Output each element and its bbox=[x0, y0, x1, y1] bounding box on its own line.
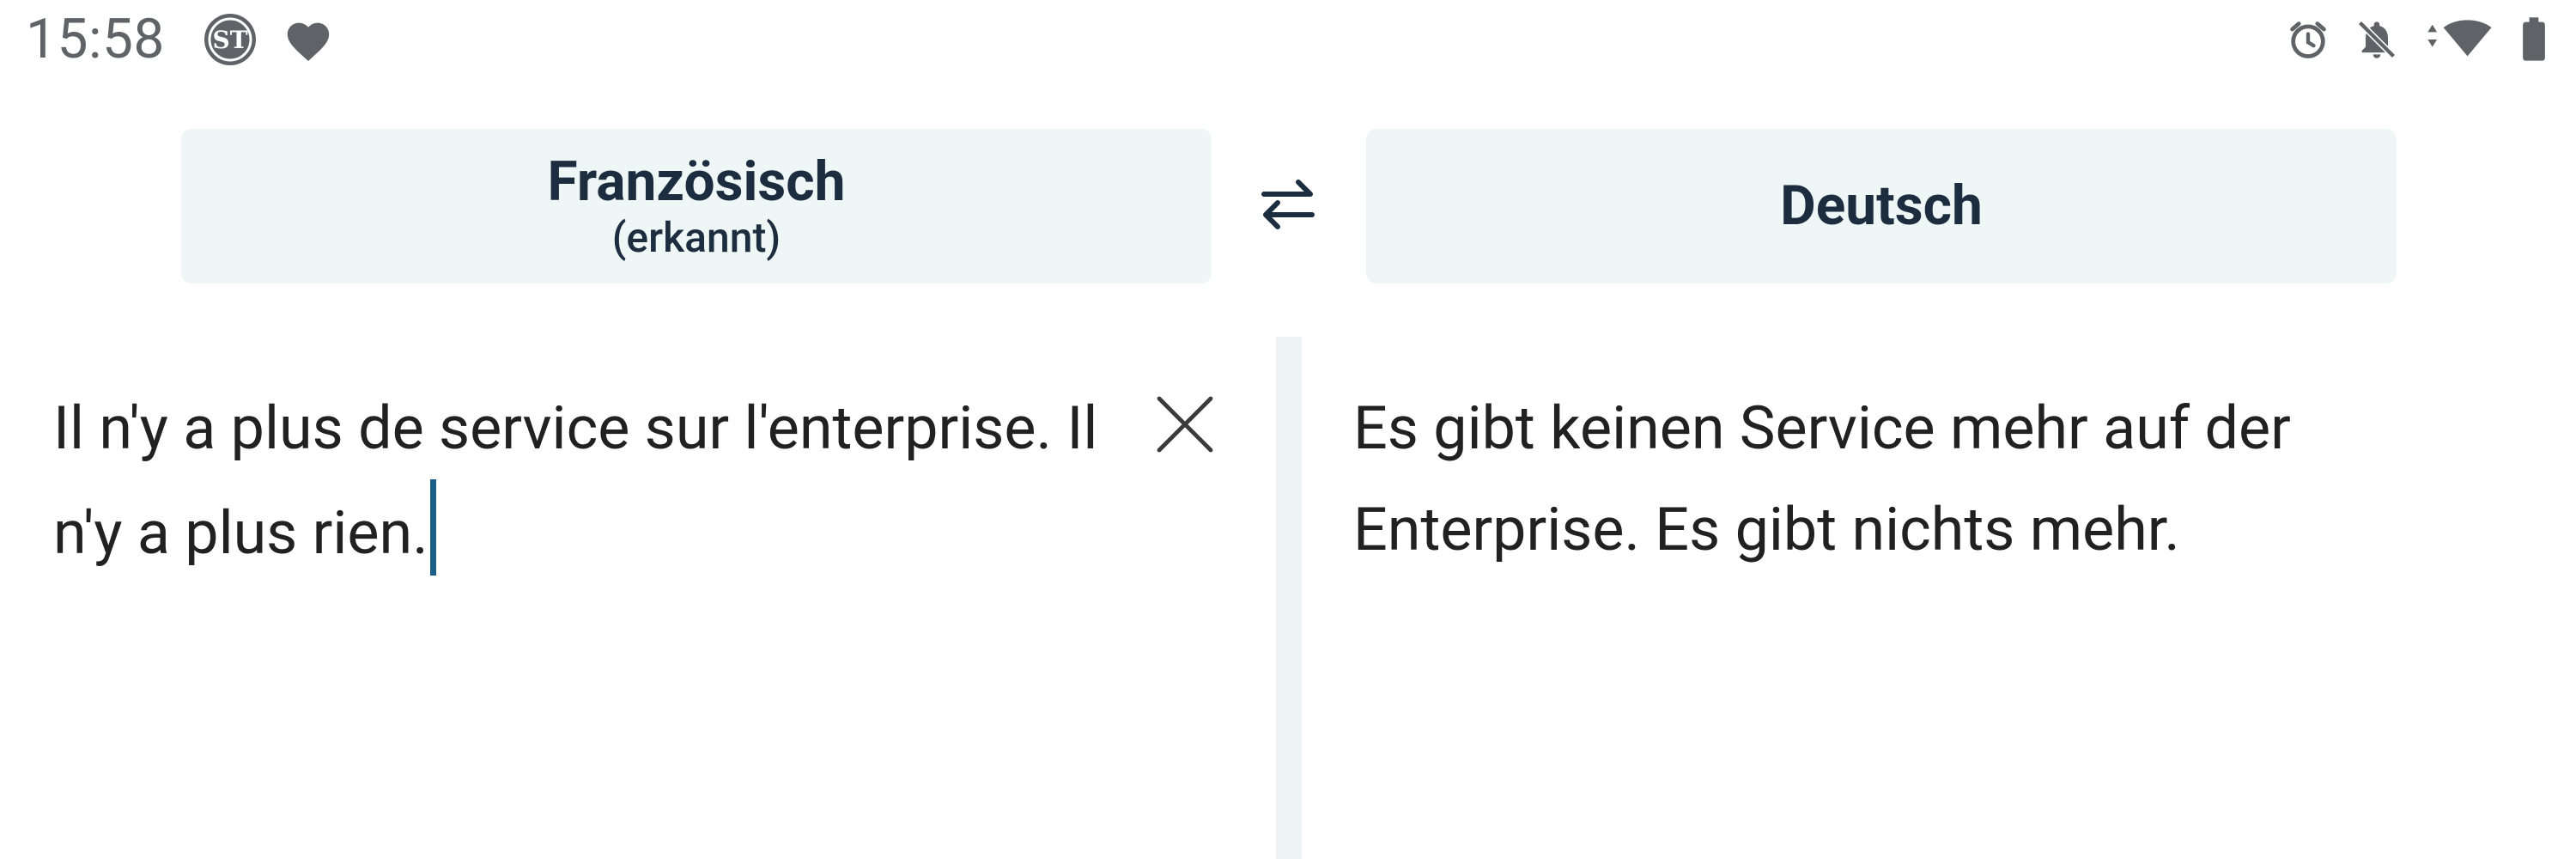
translation-output: Es gibt keinen Service mehr auf der Ente… bbox=[1353, 378, 2555, 581]
notifications-off-icon bbox=[2354, 17, 2399, 62]
source-language-button[interactable]: Französisch (erkannt) bbox=[181, 129, 1212, 283]
source-language-name: Französisch bbox=[547, 149, 846, 214]
source-language-detected-label: (erkannt) bbox=[611, 213, 781, 262]
target-language-name: Deutsch bbox=[1780, 174, 1983, 238]
pane-divider bbox=[1276, 337, 1302, 859]
source-text: Il n'y a plus de service sur l'enterpris… bbox=[53, 393, 1098, 569]
battery-icon bbox=[2521, 16, 2547, 63]
heart-icon bbox=[283, 16, 333, 63]
close-icon bbox=[1154, 393, 1216, 459]
status-right-icons bbox=[2286, 12, 2547, 67]
translated-text: Es gibt keinen Service mehr auf der Ente… bbox=[1353, 393, 2291, 565]
source-text-input[interactable]: Il n'y a plus de service sur l'enterpris… bbox=[53, 378, 1118, 584]
st-app-icon: ST bbox=[203, 12, 258, 67]
status-bar: 15:58 ST bbox=[0, 0, 2576, 82]
swap-horizontal-icon bbox=[1254, 170, 1322, 242]
clear-text-button[interactable] bbox=[1149, 390, 1221, 462]
status-time: 15:58 bbox=[26, 7, 165, 71]
swap-languages-button[interactable] bbox=[1250, 168, 1326, 244]
translator-app: 15:58 ST Französisch (erkannt) Deutsch I… bbox=[0, 0, 2576, 859]
target-language-button[interactable]: Deutsch bbox=[1366, 129, 2397, 283]
status-left-icons: ST bbox=[203, 12, 333, 67]
svg-text:ST: ST bbox=[212, 26, 247, 54]
alarm-icon bbox=[2286, 17, 2330, 62]
text-cursor bbox=[429, 479, 436, 576]
wifi-data-icon bbox=[2423, 17, 2497, 62]
